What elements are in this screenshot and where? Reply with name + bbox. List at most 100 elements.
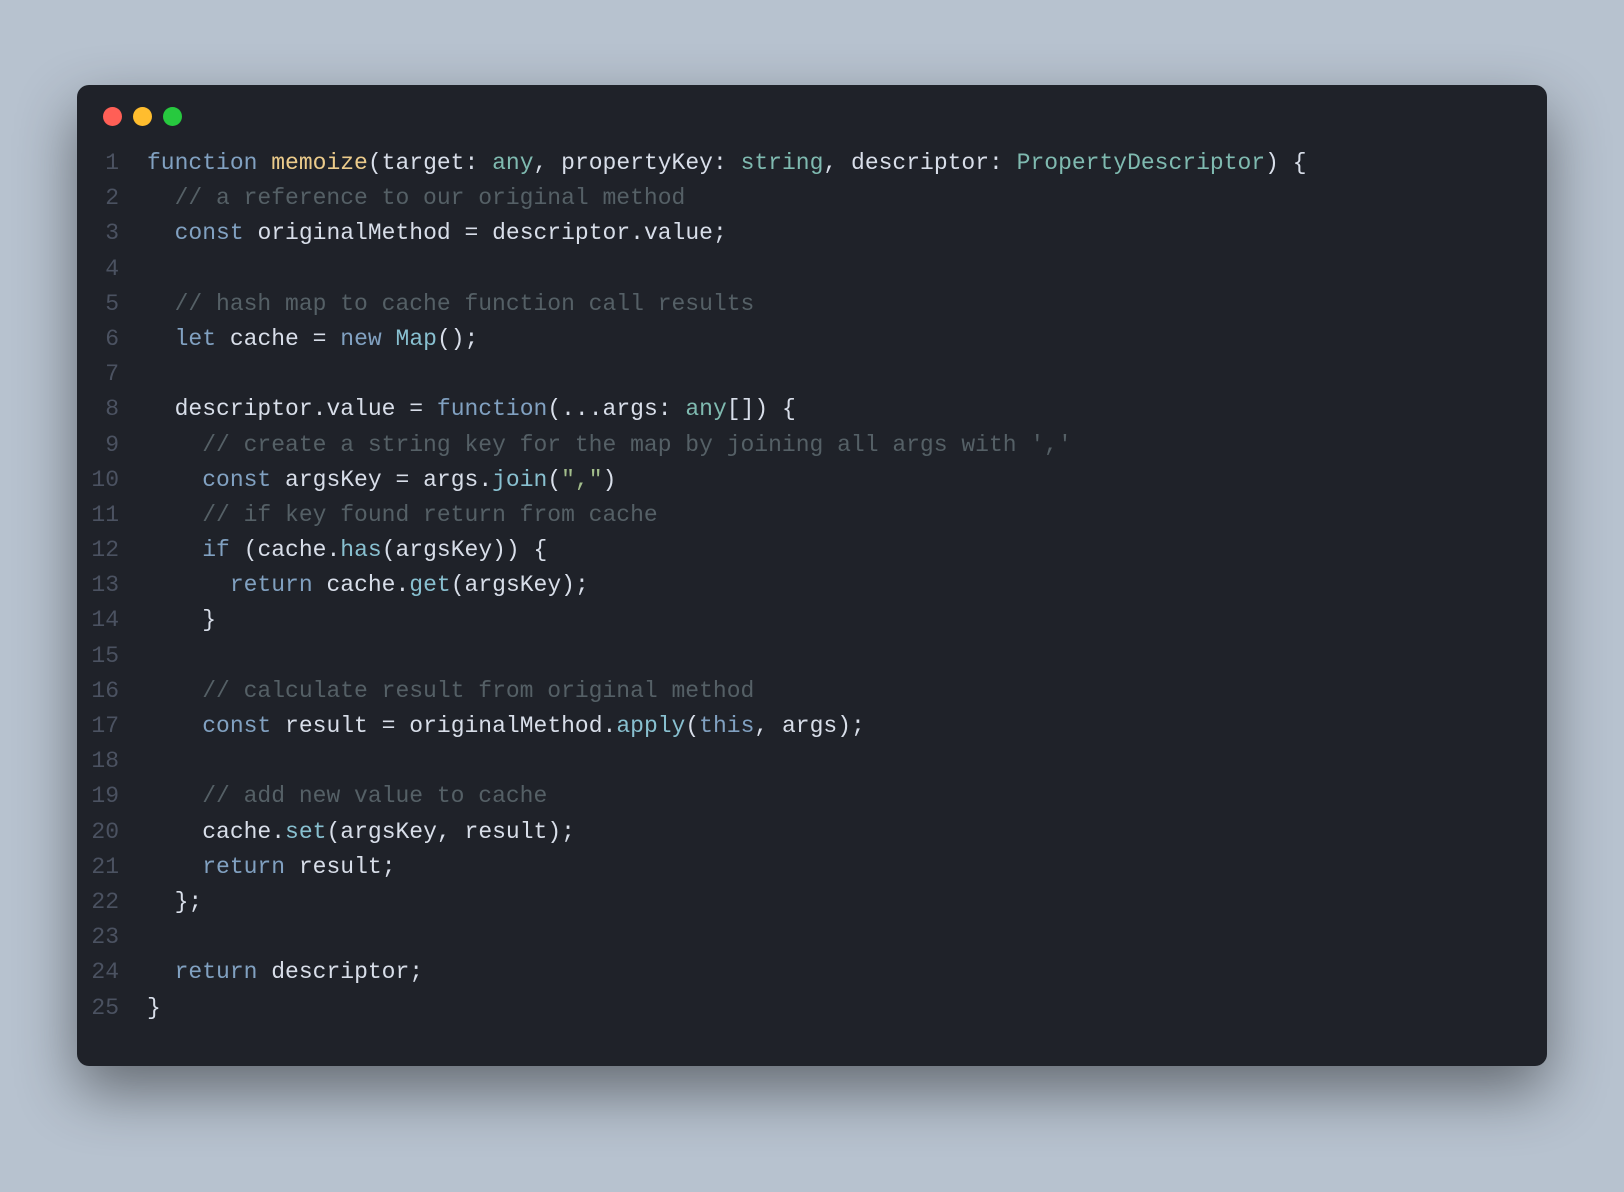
code-line[interactable]: 1function memoize(target: any, propertyK… — [77, 146, 1547, 181]
close-icon[interactable] — [103, 107, 122, 126]
code-line[interactable]: 4 — [77, 252, 1547, 287]
token-punc — [257, 150, 271, 176]
code-line[interactable]: 5 // hash map to cache function call res… — [77, 287, 1547, 322]
line-number: 16 — [77, 674, 147, 709]
code-content[interactable]: return result; — [147, 850, 396, 885]
code-content[interactable]: const originalMethod = descriptor.value; — [147, 216, 727, 251]
token-prop: value — [644, 220, 713, 246]
token-punc: = — [451, 220, 492, 246]
token-type: PropertyDescriptor — [1017, 150, 1265, 176]
code-line[interactable]: 14 } — [77, 603, 1547, 638]
code-content[interactable]: // a reference to our original method — [147, 181, 685, 216]
code-content[interactable]: // calculate result from original method — [147, 674, 754, 709]
code-line[interactable]: 15 — [77, 639, 1547, 674]
token-punc — [147, 783, 202, 809]
token-punc — [147, 678, 202, 704]
code-content[interactable]: if (cache.has(argsKey)) { — [147, 533, 547, 568]
token-punc: } — [147, 607, 216, 633]
code-line[interactable]: 3 const originalMethod = descriptor.valu… — [77, 216, 1547, 251]
token-punc: ( — [326, 819, 340, 845]
token-punc: = — [299, 326, 340, 352]
token-punc: ( — [685, 713, 699, 739]
token-com: // calculate result from original method — [202, 678, 754, 704]
line-number: 24 — [77, 955, 147, 990]
token-punc: )) { — [492, 537, 547, 563]
code-content[interactable]: // if key found return from cache — [147, 498, 658, 533]
token-punc: , — [437, 819, 465, 845]
token-prop: value — [326, 396, 395, 422]
code-line[interactable]: 7 — [77, 357, 1547, 392]
code-line[interactable]: 10 const argsKey = args.join(",") — [77, 463, 1547, 498]
code-line[interactable]: 17 const result = originalMethod.apply(t… — [77, 709, 1547, 744]
code-content[interactable]: // add new value to cache — [147, 779, 547, 814]
token-this: this — [699, 713, 754, 739]
code-content[interactable]: cache.set(argsKey, result); — [147, 815, 575, 850]
code-content[interactable]: // create a string key for the map by jo… — [147, 428, 1072, 463]
code-content[interactable]: function memoize(target: any, propertyKe… — [147, 146, 1307, 181]
code-content[interactable]: // hash map to cache function call resul… — [147, 287, 754, 322]
line-number: 23 — [77, 920, 147, 955]
token-kw: const — [202, 713, 271, 739]
token-kw: new — [340, 326, 381, 352]
code-line[interactable]: 9 // create a string key for the map by … — [77, 428, 1547, 463]
code-line[interactable]: 12 if (cache.has(argsKey)) { — [77, 533, 1547, 568]
code-line[interactable]: 18 — [77, 744, 1547, 779]
line-number: 4 — [77, 252, 147, 287]
token-type: string — [741, 150, 824, 176]
code-line[interactable]: 24 return descriptor; — [77, 955, 1547, 990]
line-number: 9 — [77, 428, 147, 463]
line-number: 22 — [77, 885, 147, 920]
code-line[interactable]: 19 // add new value to cache — [77, 779, 1547, 814]
token-punc: . — [271, 819, 285, 845]
code-line[interactable]: 6 let cache = new Map(); — [77, 322, 1547, 357]
token-com: // if key found return from cache — [202, 502, 657, 528]
token-id: descriptor — [851, 150, 989, 176]
minimize-icon[interactable] — [133, 107, 152, 126]
code-content[interactable]: descriptor.value = function(...args: any… — [147, 392, 796, 427]
maximize-icon[interactable] — [163, 107, 182, 126]
token-punc — [147, 432, 202, 458]
token-type: any — [492, 150, 533, 176]
code-content[interactable]: } — [147, 991, 161, 1026]
code-content[interactable]: return cache.get(argsKey); — [147, 568, 589, 603]
token-str: "," — [561, 467, 602, 493]
code-line[interactable]: 21 return result; — [77, 850, 1547, 885]
token-punc: . — [630, 220, 644, 246]
line-number: 5 — [77, 287, 147, 322]
code-content[interactable]: const argsKey = args.join(",") — [147, 463, 616, 498]
code-line[interactable]: 2 // a reference to our original method — [77, 181, 1547, 216]
code-line[interactable]: 16 // calculate result from original met… — [77, 674, 1547, 709]
token-punc — [147, 291, 175, 317]
line-number: 8 — [77, 392, 147, 427]
token-kw2: get — [409, 572, 450, 598]
token-id: cache — [202, 819, 271, 845]
token-kw2: join — [492, 467, 547, 493]
code-line[interactable]: 25} — [77, 991, 1547, 1026]
code-line[interactable]: 23 — [77, 920, 1547, 955]
line-number: 25 — [77, 991, 147, 1026]
token-punc: ) — [603, 467, 617, 493]
token-punc — [147, 959, 175, 985]
token-kw: function — [147, 150, 257, 176]
token-punc: ); — [547, 819, 575, 845]
code-line[interactable]: 20 cache.set(argsKey, result); — [77, 815, 1547, 850]
token-punc: ; — [713, 220, 727, 246]
token-id: result — [465, 819, 548, 845]
code-line[interactable]: 11 // if key found return from cache — [77, 498, 1547, 533]
token-id: result — [299, 854, 382, 880]
code-content[interactable]: }; — [147, 885, 202, 920]
code-content[interactable]: let cache = new Map(); — [147, 322, 478, 357]
code-content[interactable]: } — [147, 603, 216, 638]
token-kw: const — [175, 220, 244, 246]
token-fn: memoize — [271, 150, 368, 176]
code-editor-window: 1function memoize(target: any, propertyK… — [77, 85, 1547, 1066]
code-line[interactable]: 13 return cache.get(argsKey); — [77, 568, 1547, 603]
code-content[interactable]: const result = originalMethod.apply(this… — [147, 709, 865, 744]
title-bar — [77, 85, 1547, 136]
token-punc — [147, 326, 175, 352]
code-area[interactable]: 1function memoize(target: any, propertyK… — [77, 136, 1547, 1066]
token-punc: . — [326, 537, 340, 563]
code-line[interactable]: 8 descriptor.value = function(...args: a… — [77, 392, 1547, 427]
code-content[interactable]: return descriptor; — [147, 955, 423, 990]
code-line[interactable]: 22 }; — [77, 885, 1547, 920]
